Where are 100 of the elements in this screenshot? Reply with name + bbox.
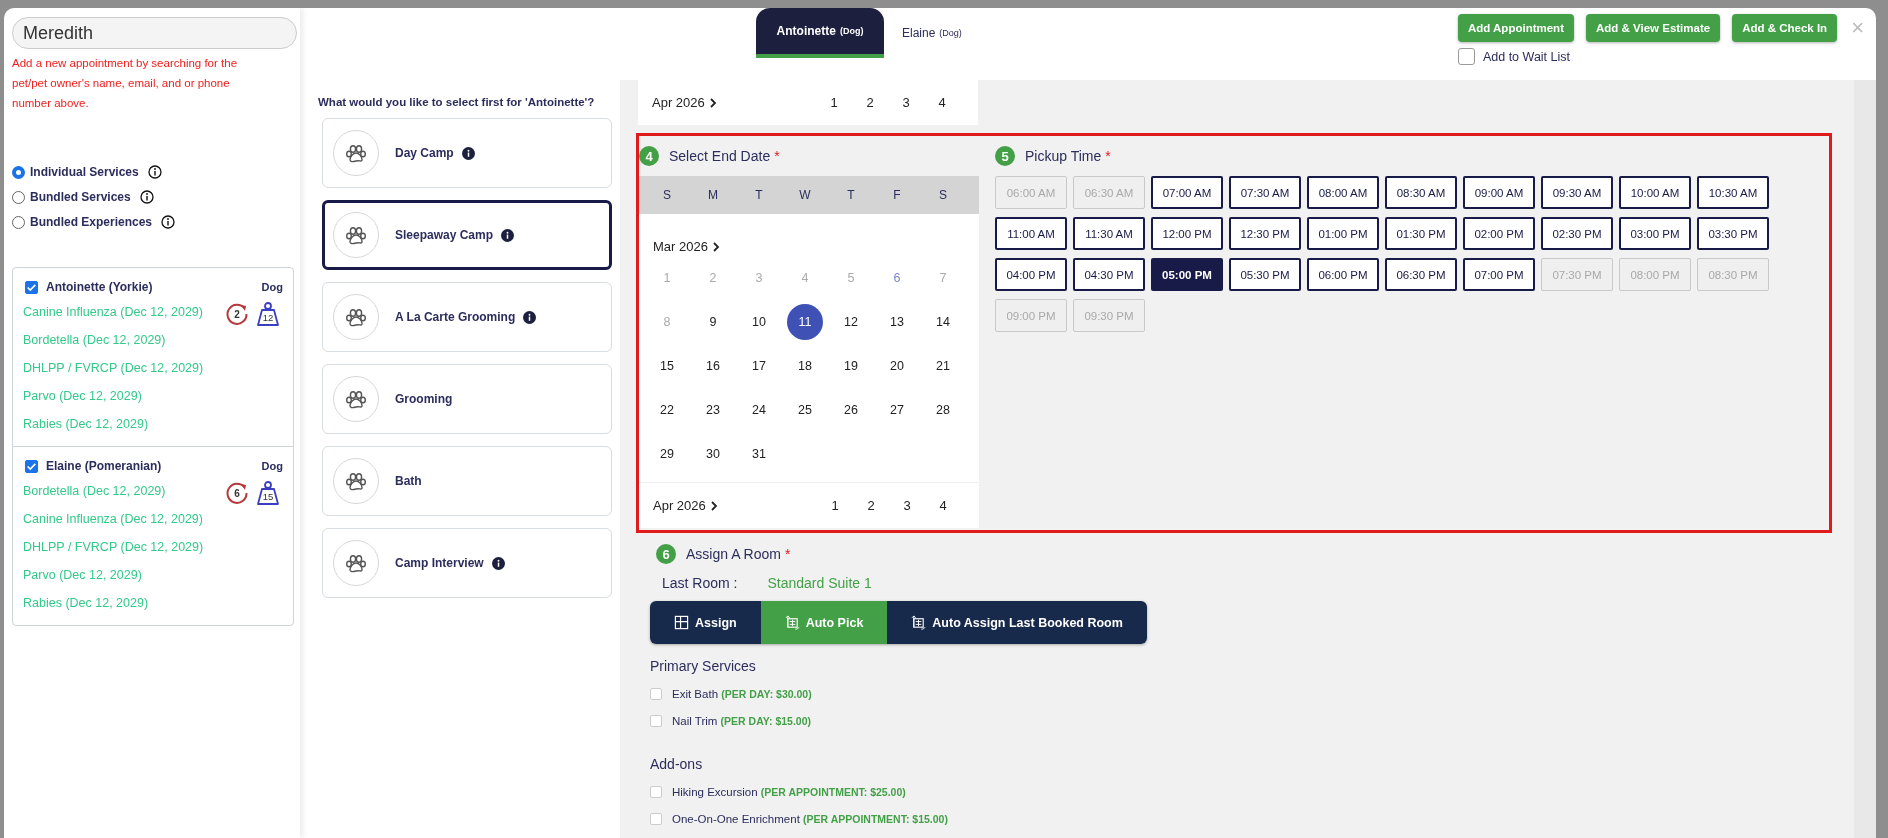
calendar-day[interactable]: 31	[741, 436, 777, 472]
time-slot-button[interactable]: 09:30 AM	[1541, 176, 1613, 209]
calendar-day[interactable]: 25	[787, 392, 823, 428]
calendar-day[interactable]: 10	[741, 304, 777, 340]
option-checkbox[interactable]	[650, 687, 662, 700]
calendar-day[interactable]: 2	[853, 498, 889, 513]
time-slot-button[interactable]: 07:00 AM	[1151, 176, 1223, 209]
month-label: Apr 2026	[652, 95, 705, 110]
calendar-day[interactable]: 20	[879, 348, 915, 384]
time-slot-button[interactable]: 12:30 PM	[1229, 217, 1301, 250]
time-slot-button[interactable]: 07:00 PM	[1463, 258, 1535, 291]
service-name: A La Carte Grooming	[395, 310, 516, 324]
info-icon[interactable]	[523, 310, 537, 324]
radio-button[interactable]	[12, 165, 25, 179]
scrollbar-track[interactable]	[1854, 80, 1876, 838]
time-slot-button[interactable]: 03:30 PM	[1697, 217, 1769, 250]
wait-list-checkbox[interactable]	[1457, 48, 1475, 65]
service-name: Sleepaway Camp	[395, 228, 494, 242]
pet-checkbox[interactable]	[25, 280, 38, 294]
time-slot-button[interactable]: 06:00 PM	[1307, 258, 1379, 291]
option-checkbox[interactable]	[650, 812, 662, 825]
info-icon[interactable]	[139, 190, 154, 204]
time-slot-button[interactable]: 10:30 AM	[1697, 176, 1769, 209]
search-field[interactable]: Meredith	[12, 17, 297, 49]
calendar-day[interactable]: 4	[924, 95, 960, 110]
service-card[interactable]: Sleepaway Camp	[322, 200, 612, 270]
info-icon[interactable]	[501, 228, 515, 242]
calendar-day[interactable]: 21	[925, 348, 961, 384]
info-icon[interactable]	[147, 165, 162, 179]
calendar-day[interactable]: 24	[741, 392, 777, 428]
time-slot-button[interactable]: 08:00 AM	[1307, 176, 1379, 209]
calendar-day[interactable]: 2	[852, 95, 888, 110]
calendar-day[interactable]: 28	[925, 392, 961, 428]
time-slot-button[interactable]: 11:00 AM	[995, 217, 1067, 250]
service-card[interactable]: Day Camp	[322, 118, 612, 188]
time-slot-button[interactable]: 02:30 PM	[1541, 217, 1613, 250]
calendar-day[interactable]: 4	[925, 498, 961, 513]
service-card[interactable]: Grooming	[322, 364, 612, 434]
service-card[interactable]: Bath	[322, 446, 612, 516]
time-slot-button[interactable]: 10:00 AM	[1619, 176, 1691, 209]
calendar-day[interactable]: 13	[879, 304, 915, 340]
service-card[interactable]: A La Carte Grooming	[322, 282, 612, 352]
time-slot-button[interactable]: 04:00 PM	[995, 258, 1067, 291]
time-slot-button[interactable]: 12:00 PM	[1151, 217, 1223, 250]
time-slot-button[interactable]: 01:30 PM	[1385, 217, 1457, 250]
time-slot-button[interactable]: 06:30 PM	[1385, 258, 1457, 291]
service-name: Bath	[395, 474, 422, 488]
option-checkbox[interactable]	[650, 714, 662, 727]
time-slot-button[interactable]: 08:30 AM	[1385, 176, 1457, 209]
calendar-day[interactable]: 27	[879, 392, 915, 428]
calendar-day[interactable]: 17	[741, 348, 777, 384]
weekday-label: F	[892, 188, 902, 202]
calendar-day[interactable]: 1	[816, 95, 852, 110]
time-slot-button[interactable]: 09:00 AM	[1463, 176, 1535, 209]
room-mode-button[interactable]: Auto Assign Last Booked Room	[887, 601, 1147, 644]
month-label: Apr 2026	[653, 498, 706, 513]
room-swap-icon	[784, 615, 800, 630]
radio-button[interactable]	[12, 215, 25, 229]
info-icon[interactable]	[461, 146, 475, 160]
chevron-right-icon[interactable]	[708, 97, 717, 108]
info-icon[interactable]	[491, 556, 505, 570]
radio-button[interactable]	[12, 190, 25, 204]
calendar-day[interactable]: 30	[695, 436, 731, 472]
calendar-day[interactable]: 19	[833, 348, 869, 384]
calendar-day[interactable]: 1	[817, 498, 853, 513]
time-slot-button[interactable]: 03:00 PM	[1619, 217, 1691, 250]
grid-icon	[674, 615, 689, 630]
required-mark: *	[784, 546, 791, 562]
time-slot-button[interactable]: 07:30 AM	[1229, 176, 1301, 209]
chevron-right-icon[interactable]	[709, 500, 718, 511]
calendar-day[interactable]: 11	[787, 304, 823, 340]
calendar-day[interactable]: 22	[649, 392, 685, 428]
calendar-day[interactable]: 9	[695, 304, 731, 340]
option-checkbox[interactable]	[650, 785, 662, 798]
calendar-day[interactable]: 29	[649, 436, 685, 472]
time-slot-button[interactable]: 04:30 PM	[1073, 258, 1145, 291]
room-mode-button[interactable]: Assign	[650, 601, 761, 644]
info-icon[interactable]	[161, 215, 176, 229]
vaccine-entry: Parvo (Dec 12, 2029)	[23, 388, 142, 405]
service-card[interactable]: Camp Interview	[322, 528, 612, 598]
time-slot-button[interactable]: 05:30 PM	[1229, 258, 1301, 291]
calendar-day[interactable]: 12	[833, 304, 869, 340]
calendar-day[interactable]: 16	[695, 348, 731, 384]
time-slot-button[interactable]: 05:00 PM	[1151, 258, 1223, 291]
time-slot-button[interactable]: 02:00 PM	[1463, 217, 1535, 250]
pet-tab[interactable]: Elaine (Dog)	[884, 8, 980, 58]
calendar-day[interactable]: 23	[695, 392, 731, 428]
time-slot-button[interactable]: 11:30 AM	[1073, 217, 1145, 250]
calendar-day[interactable]: 15	[649, 348, 685, 384]
pet-tab[interactable]: Antoinette (Dog)	[756, 8, 884, 58]
calendar-day[interactable]: 3	[888, 95, 924, 110]
calendar-day[interactable]: 26	[833, 392, 869, 428]
calendar-day[interactable]: 3	[889, 498, 925, 513]
time-slot-button[interactable]: 01:00 PM	[1307, 217, 1379, 250]
service-name: Grooming	[395, 392, 453, 406]
calendar-day[interactable]: 18	[787, 348, 823, 384]
pet-checkbox[interactable]	[25, 459, 38, 473]
option-label: Hiking Excursion (PER APPOINTMENT: $25.00)	[672, 785, 906, 798]
calendar-day[interactable]: 14	[925, 304, 961, 340]
chevron-right-icon[interactable]	[711, 241, 720, 252]
